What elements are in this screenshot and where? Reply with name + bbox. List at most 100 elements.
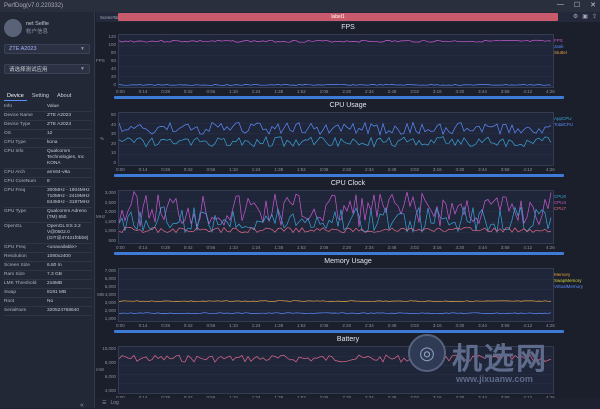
x-tick-label: 4:26 [546, 167, 555, 172]
x-tick-label: 2:48 [387, 323, 397, 328]
x-tick-label: 1:38 [274, 323, 284, 328]
legend-item[interactable]: Stutter [554, 50, 598, 56]
watermark-logo-icon: ◎ [408, 334, 446, 372]
settings-icon[interactable]: ⚙ [573, 13, 578, 20]
x-tick-label: 1:38 [274, 167, 284, 172]
avatar[interactable] [4, 19, 22, 37]
table-row: Ram Size 7.3 GB [4, 271, 92, 280]
upload-icon[interactable]: ⇪ [592, 13, 597, 20]
x-tick-label: 0:28 [161, 167, 171, 172]
x-tick-label: 3:02 [410, 245, 419, 250]
x-tick-label: 0:42 [183, 167, 193, 172]
info-value: 1080x2400 [47, 254, 71, 259]
info-value: 216MB [47, 281, 63, 286]
table-row: CPU Arch arm64-v8a [4, 169, 92, 178]
y-tick-label: 10,000 [102, 346, 116, 351]
info-key: CPU Type [4, 140, 26, 145]
toolbar: SceneTab label1 ⚙ ▣ ⇪ [96, 12, 600, 22]
plot-area[interactable] [118, 268, 554, 322]
y-tick-label: 7,000 [104, 268, 116, 273]
y-tick-label: 0 [113, 160, 116, 165]
info-key: Root [4, 299, 15, 304]
plot-area[interactable] [118, 190, 554, 244]
chart-title: FPS [341, 24, 355, 31]
sidebar-tabs: Device Setting About [4, 92, 74, 101]
info-value: 12 [47, 131, 53, 136]
plot-area[interactable] [118, 112, 554, 166]
x-tick-label: 0:28 [161, 89, 171, 94]
table-row: OpenGL OpenGL ES 3.2 V@0502.0 (GIT@47421f… [4, 223, 92, 244]
chart-legend: FPS Jank Stutter [554, 38, 598, 56]
folder-icon[interactable]: ▣ [582, 13, 588, 20]
x-tick-label: 3:58 [500, 167, 510, 172]
user-panel: net Selfie 帐户信息 [4, 16, 91, 40]
timeline-scrollbar[interactable] [114, 252, 564, 255]
tab-about[interactable]: About [54, 92, 74, 101]
label-marker[interactable]: label1 [118, 13, 558, 21]
y-tick-label: 2,000 [104, 209, 116, 215]
y-tick-label: 20 [110, 140, 116, 146]
y-tick-label: 3,000 [104, 300, 116, 305]
watermark: ◎ 机选网 www.jixuanw.com [408, 330, 583, 400]
plot-area[interactable] [118, 34, 554, 88]
user-subtitle[interactable]: 帐户信息 [26, 28, 49, 36]
x-tick-label: 1:38 [274, 89, 284, 94]
log-icon[interactable]: ☰ [102, 400, 106, 406]
legend-item[interactable]: TotalCPU [554, 122, 598, 128]
table-row: OS 12 [4, 130, 92, 139]
info-value: 6.80 In [47, 263, 62, 268]
info-value: kona [47, 140, 58, 145]
info-value: 300MHz - 1804MHz 710MHz - 2419MHz 844MHz… [47, 188, 90, 205]
timeline-scrollbar[interactable] [114, 174, 564, 177]
table-row: CPU CoreNum 8 [4, 178, 92, 187]
x-tick-label: 2:06 [319, 89, 329, 94]
x-tick-label: 3:44 [478, 323, 487, 328]
y-tick-label: 2,000 [104, 308, 116, 313]
legend-item[interactable]: CPU7 [554, 206, 598, 212]
chart-3: Memory Usage MB 7,000 6,000 5,000 4,000 3,000 2… [96, 258, 600, 336]
x-tick-label: 0:42 [183, 245, 193, 250]
x-tick-label: 0:56 [206, 89, 216, 94]
timeline-scrollbar[interactable] [114, 96, 564, 99]
device-select[interactable]: ZTE A2023 ▼ [4, 44, 90, 54]
chart-legend: Memory SwapMemory VirtualMemory [554, 272, 598, 290]
legend-item[interactable]: VirtualMemory [554, 284, 598, 290]
x-tick-label: 2:48 [387, 167, 397, 172]
chart-title: CPU Usage [329, 102, 367, 109]
x-tick-label: 0:56 [206, 245, 216, 250]
info-value: 7.3 GB [47, 272, 62, 277]
log-label[interactable]: Log [110, 400, 118, 406]
tab-setting[interactable]: Setting [29, 92, 52, 101]
info-key: GPU Freq [4, 245, 26, 250]
info-value: 8191 MB [47, 290, 67, 295]
info-key: GPU Type [4, 209, 27, 214]
chevron-down-icon: ▼ [80, 66, 85, 72]
watermark-url: www.jixuanw.com [456, 374, 533, 384]
x-tick-label: 0:14 [138, 167, 148, 172]
info-value: Qualcomm Adreno (TM) 650 [47, 209, 87, 220]
x-tick-label: 0:14 [138, 89, 148, 94]
x-tick-label: 4:26 [546, 245, 555, 250]
y-tick-label: 20 [110, 74, 116, 79]
x-tick-label: 2:20 [342, 245, 352, 250]
app-select[interactable]: 请选择测试应用 ▼ [4, 64, 90, 74]
x-tick-label: 3:30 [455, 245, 465, 250]
x-tick-label: 0:00 [116, 245, 125, 250]
x-tick-label: 3:16 [432, 89, 442, 94]
y-tick-label: 1,000 [104, 228, 116, 234]
scene-tab[interactable]: SceneTab [100, 15, 120, 20]
x-tick-label: 3:44 [478, 245, 487, 250]
info-key: LMK Threshold [4, 281, 37, 286]
info-key: CPU Arch [4, 170, 26, 175]
table-row: Device Name ZTE A2023 [4, 112, 92, 121]
x-tick-label: 4:12 [523, 89, 533, 94]
close-button[interactable]: ✕ [590, 1, 596, 9]
x-tick-label: 0:42 [183, 89, 193, 94]
x-tick-label: 0:14 [138, 245, 148, 250]
table-row: Swap 8191 MB [4, 289, 92, 298]
x-tick-label: 2:06 [319, 323, 329, 328]
maximize-button[interactable]: ☐ [574, 1, 580, 9]
tab-device[interactable]: Device [4, 92, 27, 101]
minimize-button[interactable]: — [557, 1, 564, 9]
y-tick-label: 10 [110, 150, 116, 156]
